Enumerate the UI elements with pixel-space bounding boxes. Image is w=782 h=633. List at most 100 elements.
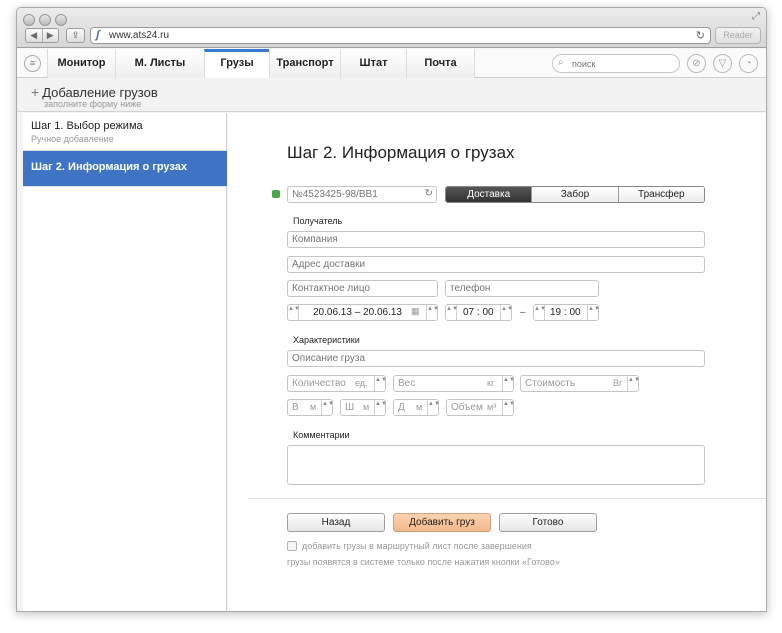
tracking-number-field[interactable]: ↻ — [287, 186, 437, 203]
height-placeholder: В — [292, 402, 299, 413]
filter-icon[interactable]: ▽ — [713, 54, 732, 73]
page-subtitle: заполните форму ниже — [44, 99, 142, 109]
form-panel: Шаг 2. Информация о грузах ↻ Доставка За… — [228, 113, 766, 611]
length-stepper[interactable]: ▲▼ — [427, 400, 440, 415]
share-icon[interactable]: ⇪ — [66, 28, 85, 43]
fullscreen-icon[interactable]: ⤢ — [752, 11, 760, 22]
time-from-stepper-right[interactable]: ▲▼ — [500, 305, 513, 320]
tracking-number-input[interactable] — [288, 187, 436, 202]
search-input[interactable] — [572, 57, 672, 70]
height-stepper[interactable]: ▲▼ — [321, 400, 334, 415]
weight-field[interactable]: Вес кг ▲▼ — [393, 375, 515, 392]
forward-arrow-icon[interactable]: ▶ — [43, 29, 59, 42]
attach-icon[interactable]: ⊘ — [687, 54, 706, 73]
time-from-field[interactable]: ▲▼ 07 : 00 ▲▼ — [445, 304, 513, 321]
width-placeholder: Ш — [345, 402, 355, 413]
add-cargo-button[interactable]: Добавить груз — [393, 513, 491, 532]
app-navbar: ≡ Монитор М. Листы Грузы Транспорт Штат … — [17, 49, 766, 78]
time-dash: – — [520, 307, 526, 318]
time-from-value: 07 : 00 — [463, 307, 494, 318]
volume-placeholder: Объем — [451, 402, 483, 413]
add-to-route-checkbox[interactable] — [287, 541, 297, 551]
search-box: ⌕ — [552, 54, 680, 73]
time-to-field[interactable]: ▲▼ 19 : 00 ▲▼ — [533, 304, 600, 321]
close-window-button[interactable] — [23, 14, 35, 26]
back-arrow-icon[interactable]: ◀ — [26, 29, 43, 42]
menu-icon[interactable]: ≡ — [24, 55, 41, 72]
mode-delivery[interactable]: Доставка — [446, 187, 532, 202]
gauge-icon[interactable]: ◔ — [739, 54, 758, 73]
recipient-label: Получатель — [293, 216, 343, 226]
page-title: + Добавление грузов — [31, 84, 158, 100]
mode-transfer[interactable]: Трансфер — [617, 187, 704, 202]
height-field[interactable]: В м ▲▼ — [287, 399, 334, 416]
volume-field[interactable]: Объем м³ ▲▼ — [446, 399, 515, 416]
address-input[interactable] — [288, 257, 704, 272]
cost-field[interactable]: Стоимость Br ▲▼ — [520, 375, 640, 392]
main-tabs: Монитор М. Листы Грузы Транспорт Штат По… — [47, 49, 475, 78]
plus-icon: + — [31, 84, 40, 100]
sidebar-item-title: Шаг 1. Выбор режима — [31, 120, 143, 132]
url-text[interactable]: www.ats24.ru — [109, 30, 169, 41]
contact-input[interactable] — [288, 281, 437, 296]
comments-label: Комментарии — [293, 430, 350, 440]
phone-field[interactable] — [445, 280, 599, 297]
address-field[interactable] — [287, 256, 705, 273]
refresh-icon[interactable]: ↻ — [425, 188, 433, 199]
zoom-window-button[interactable] — [55, 14, 67, 26]
time-from-stepper-left[interactable]: ▲▼ — [446, 305, 458, 320]
date-start-stepper[interactable]: ▲▼ — [288, 305, 300, 320]
back-button[interactable]: Назад — [287, 513, 385, 532]
weight-unit: кг — [487, 378, 495, 388]
mode-pickup[interactable]: Забор — [531, 187, 618, 202]
done-button[interactable]: Готово — [499, 513, 597, 532]
time-to-stepper-left[interactable]: ▲▼ — [534, 305, 546, 320]
sidebar-item-step2[interactable]: Шаг 2. Информация о грузах — [23, 151, 227, 187]
contact-field[interactable] — [287, 280, 438, 297]
quantity-field[interactable]: Количество ед. ▲▼ — [287, 375, 387, 392]
width-stepper[interactable]: ▲▼ — [374, 400, 387, 415]
address-bar[interactable]: ʃ www.ats24.ru ↻ — [90, 27, 711, 44]
weight-stepper[interactable]: ▲▼ — [502, 376, 515, 391]
sidebar-item-title: Шаг 2. Информация о грузах — [31, 161, 187, 173]
tab-staff[interactable]: Штат — [340, 49, 406, 78]
characteristics-label: Характеристики — [293, 335, 360, 345]
time-to-stepper-right[interactable]: ▲▼ — [587, 305, 600, 320]
history-nav: ◀ ▶ — [25, 28, 59, 43]
calendar-icon[interactable]: ▦ — [411, 306, 420, 317]
tab-route-sheets[interactable]: М. Листы — [115, 49, 204, 78]
tab-cargo[interactable]: Грузы — [204, 49, 269, 78]
cost-stepper[interactable]: ▲▼ — [627, 376, 640, 391]
length-field[interactable]: Д м ▲▼ — [393, 399, 440, 416]
search-icon: ⌕ — [558, 57, 564, 68]
tab-mail[interactable]: Почта — [406, 49, 475, 78]
tab-monitor[interactable]: Монитор — [47, 49, 115, 78]
quantity-stepper[interactable]: ▲▼ — [374, 376, 387, 391]
checkbox-label[interactable]: добавить грузы в маршрутный лист после з… — [302, 541, 532, 551]
cost-unit: Br — [613, 378, 622, 388]
phone-input[interactable] — [446, 281, 598, 296]
browser-window: ⤢ ◀ ▶ ⇪ ʃ www.ats24.ru ↻ Reader ≡ Монито… — [16, 7, 767, 612]
cost-placeholder: Стоимость — [525, 378, 576, 389]
reader-button[interactable]: Reader — [715, 27, 761, 44]
quantity-unit: ед. — [355, 378, 368, 388]
width-field[interactable]: Ш м ▲▼ — [340, 399, 387, 416]
description-field[interactable] — [287, 350, 705, 367]
volume-stepper[interactable]: ▲▼ — [502, 400, 515, 415]
sidebar-item-step1[interactable]: Шаг 1. Выбор режима Ручное добавление — [23, 113, 227, 151]
date-end-stepper[interactable]: ▲▼ — [426, 305, 439, 320]
length-unit: м — [416, 402, 423, 412]
description-input[interactable] — [288, 351, 704, 366]
reload-icon[interactable]: ↻ — [696, 29, 705, 42]
volume-unit: м³ — [487, 402, 497, 412]
company-field[interactable] — [287, 231, 705, 248]
comments-textarea[interactable] — [287, 445, 705, 485]
height-unit: м — [310, 402, 317, 412]
company-input[interactable] — [288, 232, 704, 247]
site-favicon-icon: ʃ — [96, 29, 100, 41]
date-range-field[interactable]: ▲▼ 20.06.13 – 20.06.13 ▦ ▲▼ — [287, 304, 439, 321]
time-to-value: 19 : 00 — [550, 307, 581, 318]
form-divider — [248, 498, 766, 499]
tab-transport[interactable]: Транспорт — [269, 49, 340, 78]
minimize-window-button[interactable] — [39, 14, 51, 26]
